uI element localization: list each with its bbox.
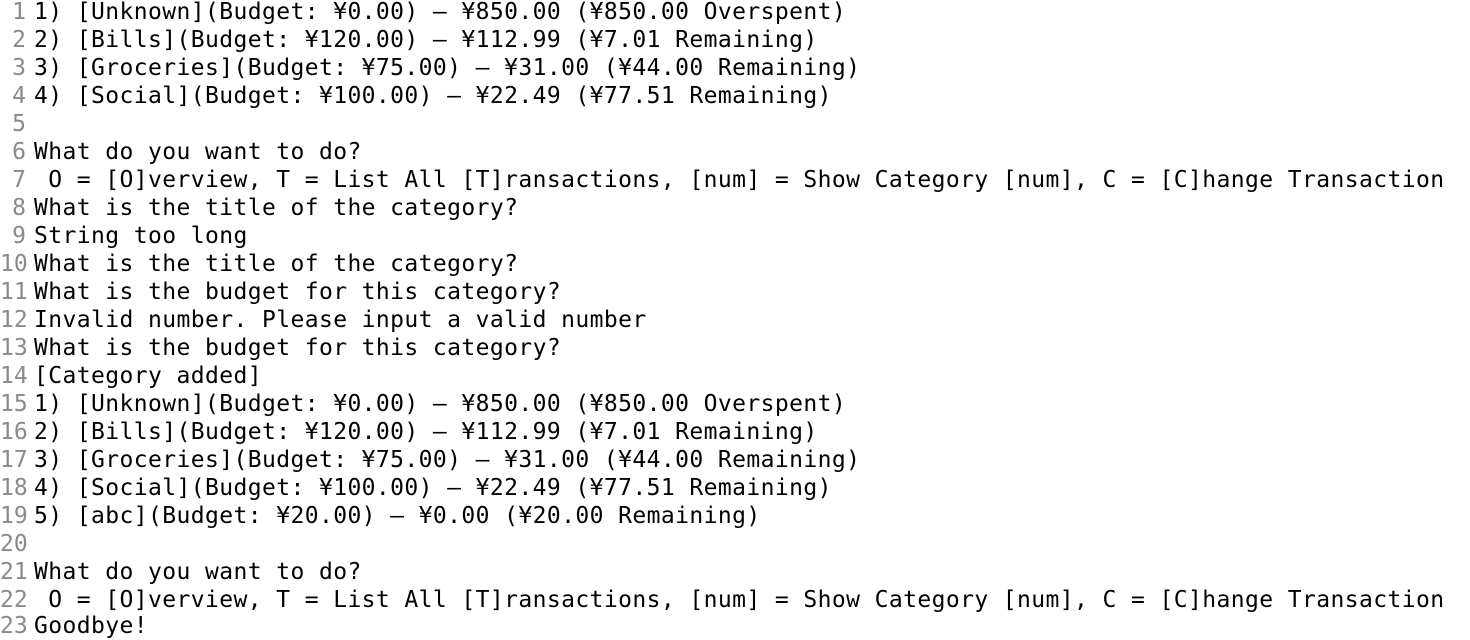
editor-line: 16 2) [Bills](Budget: ¥120.00) — ¥112.99… bbox=[0, 418, 1470, 446]
editor-line: 22 O = [O]verview, T = List All [T]ransa… bbox=[0, 586, 1470, 614]
editor-line: 14 [Category added] bbox=[0, 362, 1470, 390]
line-number: 2 bbox=[12, 27, 26, 53]
editor-line: 13 What is the budget for this category? bbox=[0, 334, 1470, 362]
editor-line: 21 What do you want to do? bbox=[0, 558, 1470, 586]
line-number: 6 bbox=[12, 139, 26, 165]
line-number: 4 bbox=[12, 83, 26, 109]
line-text: 3) [Groceries](Budget: ¥75.00) — ¥31.00 … bbox=[34, 447, 861, 473]
editor-line: 4 4) [Social](Budget: ¥100.00) — ¥22.49 … bbox=[0, 82, 1470, 110]
line-number: 11 bbox=[0, 279, 28, 305]
line-text: Goodbye! bbox=[34, 613, 148, 639]
text-editor[interactable]: 1 1) [Unknown](Budget: ¥0.00) — ¥850.00 … bbox=[0, 0, 1470, 640]
editor-line: 12 Invalid number. Please input a valid … bbox=[0, 306, 1470, 334]
line-number: 8 bbox=[12, 195, 26, 221]
editor-line: 23 Goodbye! bbox=[0, 612, 1470, 640]
line-text: 3) [Groceries](Budget: ¥75.00) — ¥31.00 … bbox=[34, 55, 861, 81]
line-number: 1 bbox=[12, 0, 26, 25]
line-text: What is the title of the category? bbox=[34, 195, 519, 221]
editor-line: 7 O = [O]verview, T = List All [T]ransac… bbox=[0, 166, 1470, 194]
line-number: 12 bbox=[0, 307, 28, 333]
editor-line: 3 3) [Groceries](Budget: ¥75.00) — ¥31.0… bbox=[0, 54, 1470, 82]
line-text: Invalid number. Please input a valid num… bbox=[34, 307, 647, 333]
editor-line: 2 2) [Bills](Budget: ¥120.00) — ¥112.99 … bbox=[0, 26, 1470, 54]
line-text: O = [O]verview, T = List All [T]ransacti… bbox=[34, 167, 1445, 193]
editor-line: 15 1) [Unknown](Budget: ¥0.00) — ¥850.00… bbox=[0, 390, 1470, 418]
line-number: 16 bbox=[0, 419, 28, 445]
editor-line: 9 String too long bbox=[0, 222, 1470, 250]
editor-line: 1 1) [Unknown](Budget: ¥0.00) — ¥850.00 … bbox=[0, 0, 1470, 26]
editor-line: 8 What is the title of the category? bbox=[0, 194, 1470, 222]
line-text: What is the title of the category? bbox=[34, 251, 519, 277]
editor-line: 17 3) [Groceries](Budget: ¥75.00) — ¥31.… bbox=[0, 446, 1470, 474]
line-number: 17 bbox=[0, 447, 28, 473]
line-number: 5 bbox=[12, 111, 26, 137]
line-text: [Category added] bbox=[34, 363, 262, 389]
line-number: 10 bbox=[0, 251, 28, 277]
line-number: 15 bbox=[0, 391, 28, 417]
line-number: 9 bbox=[12, 223, 26, 249]
editor-line: 5 bbox=[0, 110, 1470, 138]
line-number: 19 bbox=[0, 503, 28, 529]
line-number: 3 bbox=[12, 55, 26, 81]
line-number: 7 bbox=[12, 167, 26, 193]
line-text: 5) [abc](Budget: ¥20.00) — ¥0.00 (¥20.00… bbox=[34, 503, 761, 529]
editor-line: 19 5) [abc](Budget: ¥20.00) — ¥0.00 (¥20… bbox=[0, 502, 1470, 530]
line-text: What is the budget for this category? bbox=[34, 335, 562, 361]
line-text: 1) [Unknown](Budget: ¥0.00) — ¥850.00 (¥… bbox=[34, 391, 847, 417]
editor-line: 11 What is the budget for this category? bbox=[0, 278, 1470, 306]
line-text: 4) [Social](Budget: ¥100.00) — ¥22.49 (¥… bbox=[34, 475, 832, 501]
line-text: 1) [Unknown](Budget: ¥0.00) — ¥850.00 (¥… bbox=[34, 0, 847, 25]
editor-line: 18 4) [Social](Budget: ¥100.00) — ¥22.49… bbox=[0, 474, 1470, 502]
line-text: O = [O]verview, T = List All [T]ransacti… bbox=[34, 587, 1445, 613]
line-number: 22 bbox=[0, 587, 28, 613]
line-text: What do you want to do? bbox=[34, 559, 362, 585]
line-number: 21 bbox=[0, 559, 28, 585]
line-number: 20 bbox=[0, 531, 28, 557]
line-number: 23 bbox=[0, 613, 28, 639]
line-number: 14 bbox=[0, 363, 28, 389]
line-text: String too long bbox=[34, 223, 248, 249]
editor-line: 6 What do you want to do? bbox=[0, 138, 1470, 166]
line-text: 2) [Bills](Budget: ¥120.00) — ¥112.99 (¥… bbox=[34, 27, 818, 53]
editor-line: 10 What is the title of the category? bbox=[0, 250, 1470, 278]
line-text: 2) [Bills](Budget: ¥120.00) — ¥112.99 (¥… bbox=[34, 419, 818, 445]
line-number: 18 bbox=[0, 475, 28, 501]
line-text: What is the budget for this category? bbox=[34, 279, 562, 305]
line-number: 13 bbox=[0, 335, 28, 361]
line-text: 4) [Social](Budget: ¥100.00) — ¥22.49 (¥… bbox=[34, 83, 832, 109]
editor-line: 20 bbox=[0, 530, 1470, 558]
line-text: What do you want to do? bbox=[34, 139, 362, 165]
